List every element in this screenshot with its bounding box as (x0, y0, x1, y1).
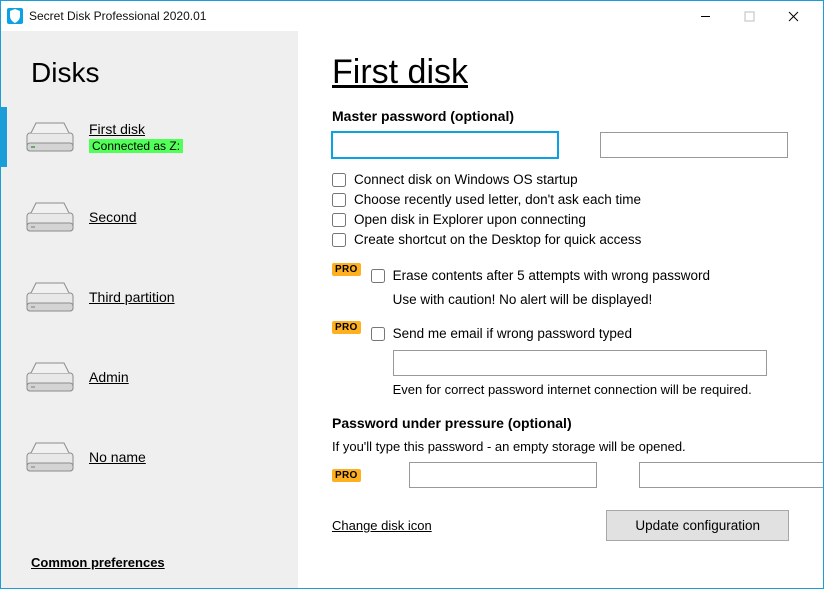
checkbox-choose-letter[interactable] (332, 193, 346, 207)
disk-name[interactable]: No name (89, 449, 146, 465)
disk-item-third[interactable]: Third partition (15, 271, 284, 323)
checkbox-email[interactable] (371, 327, 385, 341)
option-choose-letter[interactable]: Choose recently used letter, don't ask e… (332, 192, 789, 207)
option-connect-startup[interactable]: Connect disk on Windows OS startup (332, 172, 789, 187)
update-configuration-button[interactable]: Update configuration (606, 510, 789, 541)
email-input[interactable] (393, 350, 767, 376)
window-title: Secret Disk Professional 2020.01 (29, 9, 206, 23)
erase-caution: Use with caution! No alert will be displ… (393, 292, 710, 307)
checkbox-erase[interactable] (371, 269, 385, 283)
change-disk-icon-link[interactable]: Change disk icon (332, 518, 432, 533)
disk-item-first[interactable]: First disk Connected as Z: (15, 111, 284, 163)
option-create-shortcut[interactable]: Create shortcut on the Desktop for quick… (332, 232, 789, 247)
pressure-label: Password under pressure (optional) (332, 415, 789, 431)
pro-erase-row: PRO Erase contents after 5 attempts with… (332, 263, 789, 317)
disk-item-second[interactable]: Second (15, 191, 284, 243)
master-password-confirm-input[interactable] (600, 132, 788, 158)
disk-icon (25, 119, 75, 155)
pro-badge: PRO (332, 321, 361, 334)
option-label: Send me email if wrong password typed (393, 326, 632, 341)
main-panel: First disk Master password (optional) Co… (298, 31, 823, 588)
title-bar: Secret Disk Professional 2020.01 (1, 1, 823, 31)
pressure-password-input[interactable] (409, 462, 597, 488)
disk-name[interactable]: Second (89, 209, 136, 225)
master-password-label: Master password (optional) (332, 108, 789, 124)
option-label: Erase contents after 5 attempts with wro… (393, 268, 710, 283)
disk-status: Connected as Z: (89, 139, 183, 153)
option-label: Connect disk on Windows OS startup (354, 172, 578, 187)
disk-list: First disk Connected as Z: Second Third … (15, 111, 284, 555)
disk-name[interactable]: First disk (89, 121, 183, 137)
option-open-explorer[interactable]: Open disk in Explorer upon connecting (332, 212, 789, 227)
option-erase-contents[interactable]: Erase contents after 5 attempts with wro… (371, 268, 710, 283)
option-label: Open disk in Explorer upon connecting (354, 212, 586, 227)
page-title: First disk (332, 53, 789, 92)
email-note: Even for correct password internet conne… (393, 382, 767, 397)
disk-icon (25, 199, 75, 235)
option-send-email[interactable]: Send me email if wrong password typed (371, 326, 767, 341)
disk-name[interactable]: Admin (89, 369, 129, 385)
minimize-button[interactable] (683, 1, 727, 31)
option-label: Choose recently used letter, don't ask e… (354, 192, 641, 207)
close-button[interactable] (771, 1, 815, 31)
disk-icon (25, 439, 75, 475)
sidebar-heading: Disks (31, 57, 284, 89)
disk-icon (25, 279, 75, 315)
checkbox-create-shortcut[interactable] (332, 233, 346, 247)
pro-email-row: PRO Send me email if wrong password type… (332, 321, 789, 409)
option-label: Create shortcut on the Desktop for quick… (354, 232, 641, 247)
disk-icon (25, 359, 75, 395)
sidebar: Disks First disk Connected as Z: Second (1, 31, 298, 588)
disk-item-admin[interactable]: Admin (15, 351, 284, 403)
pressure-password-confirm-input[interactable] (639, 462, 823, 488)
app-icon (7, 8, 23, 24)
common-preferences-link[interactable]: Common preferences (31, 555, 284, 570)
master-password-input[interactable] (332, 132, 558, 158)
checkbox-open-explorer[interactable] (332, 213, 346, 227)
pro-badge: PRO (332, 469, 361, 482)
disk-name[interactable]: Third partition (89, 289, 175, 305)
maximize-button[interactable] (727, 1, 771, 31)
disk-item-noname[interactable]: No name (15, 431, 284, 483)
pro-badge: PRO (332, 263, 361, 276)
pressure-note: If you'll type this password - an empty … (332, 439, 789, 454)
checkbox-connect-startup[interactable] (332, 173, 346, 187)
